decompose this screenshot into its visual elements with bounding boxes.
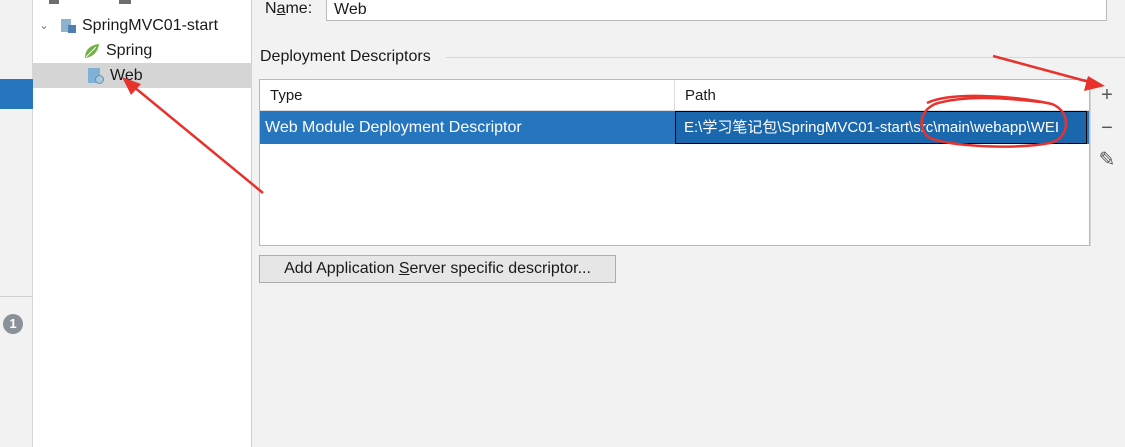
table-row[interactable]: Web Module Deployment Descriptor E:\学习笔记… (260, 111, 1089, 144)
tree-item-spring[interactable]: Spring (33, 38, 252, 63)
web-facet-icon (87, 67, 105, 85)
chevron-down-icon[interactable]: ⌄ (37, 19, 51, 33)
table-toolbar: + − ✎ (1090, 79, 1125, 246)
module-icon (59, 17, 77, 35)
cell-type[interactable]: Web Module Deployment Descriptor (260, 111, 674, 144)
tree-toolbar-remnant (43, 0, 133, 4)
name-label: Name: (265, 0, 313, 17)
tree-item-label: SpringMVC01-start (82, 16, 219, 34)
remove-icon[interactable]: − (1097, 118, 1117, 138)
section-divider (446, 57, 1125, 58)
edit-icon[interactable]: ✎ (1097, 150, 1117, 170)
cell-path-editor[interactable]: E:\学习笔记包\SpringMVC01-start\src\main\weba… (675, 111, 1087, 144)
tree-item-springmvc01-start[interactable]: ⌄ SpringMVC01-start (33, 13, 252, 38)
tree-item-label: Web (110, 66, 143, 84)
deployment-descriptors-table: Type Path Web Module Deployment Descript… (259, 79, 1090, 246)
left-tool-strip: 1 (0, 0, 33, 447)
selected-strip-item[interactable] (0, 79, 33, 109)
section-title-deployment-descriptors: Deployment Descriptors (260, 48, 431, 65)
column-header-type[interactable]: Type (260, 80, 675, 111)
column-header-path[interactable]: Path (675, 80, 1089, 111)
spring-leaf-icon (83, 42, 101, 60)
add-server-descriptor-button[interactable]: Add Application Server specific descript… (259, 255, 616, 283)
name-input[interactable]: Web (326, 0, 1107, 21)
tree-item-label: Spring (106, 41, 153, 59)
add-icon[interactable]: + (1097, 85, 1117, 105)
project-structure-tree: ⌄ SpringMVC01-start Spring Web (33, 0, 252, 447)
tree-item-web[interactable]: Web (33, 63, 252, 88)
strip-divider (0, 296, 33, 297)
table-header: Type Path (260, 80, 1089, 111)
notification-badge[interactable]: 1 (3, 314, 23, 334)
